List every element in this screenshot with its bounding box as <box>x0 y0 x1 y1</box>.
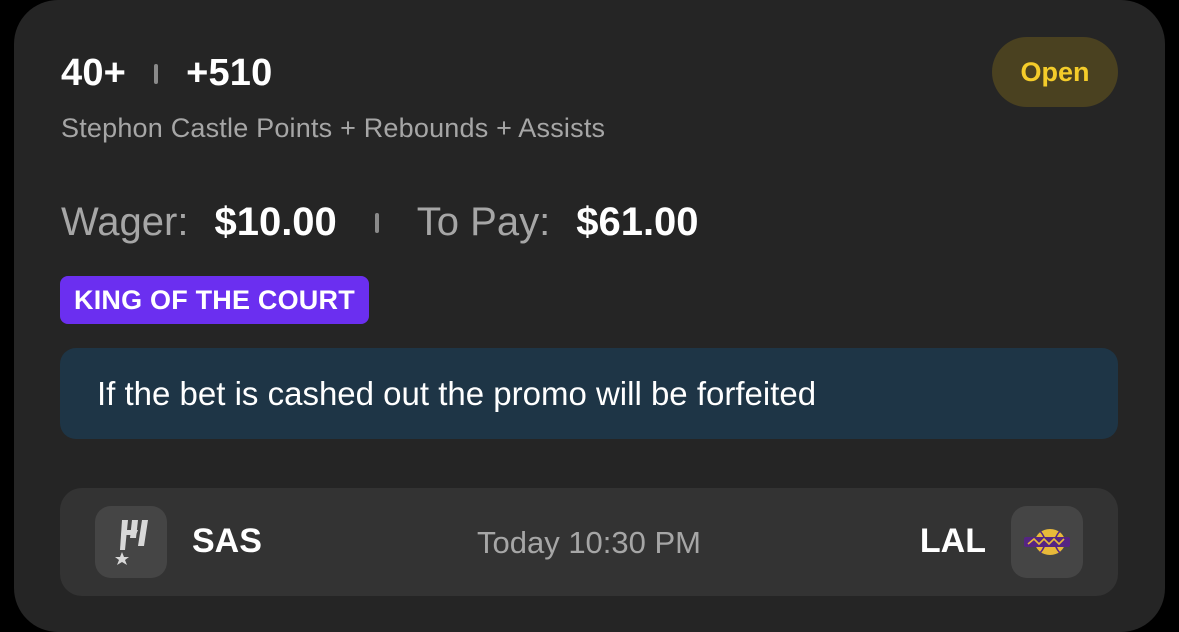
promo-tag: KING OF THE COURT <box>60 276 369 324</box>
bet-line: 40+ <box>61 52 127 94</box>
away-team-abbr: LAL <box>919 522 986 560</box>
wager-value: $10.00 <box>214 200 337 244</box>
divider <box>374 212 379 233</box>
payout-label: To Pay: <box>416 200 551 244</box>
bet-card[interactable]: 40+ +510 Open Stephon Castle Points + Re… <box>14 0 1165 632</box>
promo-notice: If the bet is cashed out the promo will … <box>60 348 1118 439</box>
lakers-logo-icon <box>1011 506 1083 578</box>
divider <box>154 63 159 84</box>
bet-headline: 40+ +510 <box>61 52 272 95</box>
wager-summary: Wager: $10.00 To Pay: $61.00 <box>61 200 699 245</box>
wager-label: Wager: <box>61 200 189 244</box>
bet-market: Stephon Castle Points + Rebounds + Assis… <box>61 113 606 143</box>
game-info-row[interactable]: SAS Today 10:30 PM LAL <box>60 488 1118 596</box>
status-badge: Open <box>992 37 1118 107</box>
payout-value: $61.00 <box>576 200 699 244</box>
bet-odds: +510 <box>186 52 273 94</box>
